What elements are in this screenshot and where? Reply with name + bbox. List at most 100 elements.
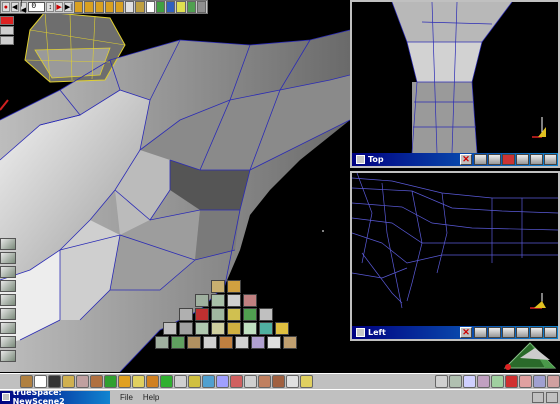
left-view-wireframe[interactable] [352,173,558,326]
sphere-icon[interactable] [104,375,117,388]
spline-icon[interactable] [160,375,173,388]
tool-cell[interactable] [171,336,185,349]
frame-number-field[interactable]: 0 [28,2,46,12]
tool-cell[interactable] [259,308,273,321]
palette-tool-icon-6[interactable] [0,308,16,320]
keyframe-icon-4[interactable] [104,1,114,13]
record-icon[interactable] [505,375,518,388]
view-option-icon-3[interactable] [502,327,515,338]
select-icon[interactable] [435,375,448,388]
top-viewport[interactable]: Top ✕ [350,0,560,168]
tool-cell[interactable] [155,336,169,349]
top-view-render[interactable] [352,2,558,153]
previous-key-button[interactable]: |◀ [19,0,28,14]
step-button[interactable]: ↕ [46,2,55,12]
camera-icon[interactable] [48,375,61,388]
tool-cell[interactable] [227,294,241,307]
tool-cell[interactable] [211,280,225,293]
palette-tool-icon-5[interactable] [0,294,16,306]
light-icon[interactable] [176,1,186,13]
checker-icon[interactable] [216,375,229,388]
view-option-icon-3[interactable] [502,154,515,165]
view-option-icon-2[interactable] [488,154,501,165]
palette-tool-icon-3[interactable] [0,266,16,278]
view-option-icon-1[interactable] [474,154,487,165]
material-icon[interactable] [132,375,145,388]
person-icon[interactable] [272,375,285,388]
light-icon[interactable] [118,375,131,388]
maximize-icon[interactable] [546,391,558,403]
undo-icon[interactable] [533,375,546,388]
scale-icon[interactable] [90,375,103,388]
view-option-icon-5[interactable] [530,327,543,338]
tool-cell[interactable] [211,322,225,335]
close-button[interactable]: ✕ [460,327,472,338]
boolean-icon[interactable] [188,375,201,388]
tool-cell[interactable] [227,308,241,321]
rotate-icon[interactable] [76,375,89,388]
material-icon[interactable] [155,1,166,13]
object-tool-icon[interactable] [20,375,33,388]
taskbar-title[interactable]: trueSpace: NewScene2 [0,388,110,404]
tool-cell[interactable] [179,308,193,321]
kinetics-icon[interactable] [135,1,145,13]
palette-tool-icon-9[interactable] [0,350,16,362]
tool-cell[interactable] [195,294,209,307]
paint-icon[interactable] [146,375,159,388]
grid-icon[interactable] [286,375,299,388]
fx-icon[interactable] [230,375,243,388]
texture-icon[interactable] [202,375,215,388]
view-option-icon-5[interactable] [530,154,543,165]
top-viewport-titlebar[interactable]: Top ✕ [352,153,558,166]
snap-tool-icon[interactable] [0,36,14,45]
deform-icon[interactable] [186,1,196,13]
tool-cell[interactable] [195,308,209,321]
tool-cell[interactable] [243,308,257,321]
view-option-icon-4[interactable] [516,327,529,338]
next-key-button[interactable]: ▶| [63,2,74,12]
tool-cell[interactable] [219,336,233,349]
keyframe-icon-1[interactable] [74,1,84,13]
tool-cell[interactable] [227,280,241,293]
render-icon[interactable] [244,375,257,388]
deform-icon[interactable] [174,375,187,388]
menu-help[interactable]: Help [141,393,161,402]
tool-cell[interactable] [275,322,289,335]
tool-cell[interactable] [227,322,241,335]
tool-cell[interactable] [163,322,177,335]
viewport-menu-icon[interactable] [356,328,365,337]
face-icon[interactable] [258,375,271,388]
brush-icon[interactable] [300,375,313,388]
palette-tool-icon-4[interactable] [0,280,16,292]
tool-cell[interactable] [243,294,257,307]
navigation-widget[interactable] [500,338,560,372]
left-viewport[interactable]: Left ✕ [350,171,560,341]
rewind-button[interactable]: ◀ [10,2,19,12]
tool-cell[interactable] [283,336,297,349]
render-icon[interactable] [166,1,176,13]
tool-cell[interactable] [211,308,225,321]
tool-cell[interactable] [259,322,273,335]
grid-tool-icon[interactable] [0,26,14,35]
view-option-icon-6[interactable] [544,154,557,165]
viewport-menu-icon[interactable] [356,155,365,164]
menu-file[interactable]: File [118,393,135,402]
play-button[interactable]: ▶ [55,2,63,12]
keyframe-icon-2[interactable] [84,1,94,13]
keyframe-icon-5[interactable] [114,1,125,13]
move-icon[interactable] [62,375,75,388]
scene-editor-icon[interactable] [145,1,155,13]
tool-cell[interactable] [187,336,201,349]
palette-tool-icon-2[interactable] [0,252,16,264]
palette-tool-icon-1[interactable] [0,238,16,250]
table-icon[interactable] [463,375,476,388]
palette-tool-icon-7[interactable] [0,322,16,334]
tool-cell[interactable] [179,322,193,335]
close-button[interactable]: ✕ [460,154,472,165]
path-icon[interactable] [449,375,462,388]
close-object-tool-icon[interactable] [0,16,14,25]
path-icon[interactable] [125,1,135,13]
play-icon[interactable] [519,375,532,388]
record-button[interactable]: ● [2,2,10,12]
tool-cell[interactable] [267,336,281,349]
